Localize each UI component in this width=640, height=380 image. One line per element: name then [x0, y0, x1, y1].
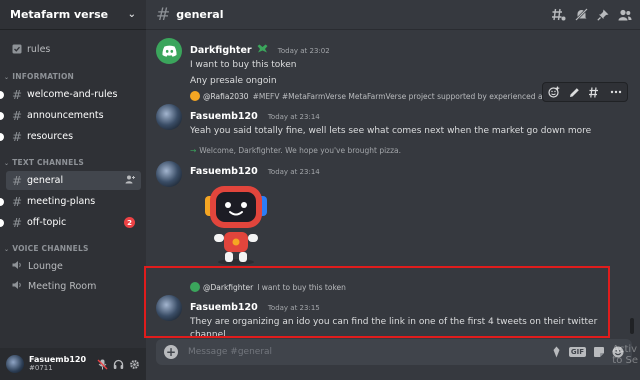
highlight-box — [144, 266, 610, 338]
reply-preview: #MEFV #MetaFarmVerse MetaFarmVerse proje… — [252, 91, 578, 101]
message-author[interactable]: Darkfighter — [190, 45, 252, 56]
message-input[interactable] — [188, 347, 488, 357]
server-name: Metafarm verse — [10, 8, 109, 21]
threads-icon[interactable] — [552, 8, 566, 21]
sidebar-item-label: Meeting Room — [28, 281, 97, 292]
sidebar-item-label: general — [27, 175, 64, 186]
hash-icon: # — [12, 194, 23, 209]
message-timestamp: Today at 23:14 — [267, 168, 320, 176]
channel-sidebar: Metafarm verse ⌄ rules ⌄ INFORMATION # we… — [0, 0, 146, 380]
user-panel: Fasuemb120 #0711 — [0, 348, 146, 380]
chevron-down-icon[interactable]: ⌄ — [128, 9, 136, 20]
members-icon[interactable] — [618, 9, 632, 21]
system-message-text: Welcome, Darkfighter. We hope you've bro… — [199, 146, 402, 155]
sidebar-item-welcome-and-rules[interactable]: # welcome-and-rules — [6, 85, 141, 104]
channel-title: general — [176, 8, 224, 21]
message-author[interactable]: Fasuemb120 — [190, 166, 258, 177]
category-label: INFORMATION — [12, 72, 75, 81]
message-item: → Welcome, Darkfighter. We hope you've br… — [156, 146, 626, 265]
category-label: VOICE CHANNELS — [12, 244, 89, 253]
avatar[interactable] — [156, 38, 182, 64]
hash-icon: # — [12, 173, 23, 188]
avatar[interactable] — [6, 355, 24, 373]
sidebar-item-resources[interactable]: # resources — [6, 127, 141, 146]
category-label: TEXT CHANNELS — [12, 158, 85, 167]
sidebar-item-meeting-plans[interactable]: # meeting-plans — [6, 192, 141, 211]
robot-sticker — [205, 186, 267, 265]
message-author[interactable]: Fasuemb120 — [190, 111, 258, 122]
unread-indicator — [0, 133, 4, 141]
activation-watermark: Activ to Se — [612, 344, 638, 366]
sticker-icon[interactable] — [593, 346, 605, 358]
user-controls — [97, 359, 140, 370]
add-member-icon[interactable] — [125, 175, 135, 187]
gift-icon[interactable] — [551, 346, 562, 358]
server-header[interactable]: Metafarm verse ⌄ — [0, 0, 146, 30]
sidebar-item-label: welcome-and-rules — [27, 89, 118, 100]
headphones-icon[interactable] — [113, 359, 124, 370]
add-reaction-icon[interactable] — [548, 86, 560, 98]
message-text: I want to buy this token — [190, 60, 297, 70]
category-voice-channels[interactable]: ⌄ VOICE CHANNELS — [4, 244, 89, 253]
category-information[interactable]: ⌄ INFORMATION — [4, 72, 74, 81]
message-hover-toolbar — [542, 82, 628, 102]
hash-icon: # — [156, 4, 171, 25]
unread-indicator — [0, 219, 4, 227]
sidebar-item-announcements[interactable]: # announcements — [6, 106, 141, 125]
sidebar-item-lounge[interactable]: Lounge — [6, 257, 141, 276]
avatar — [190, 91, 200, 101]
message-composer: + GIF — [156, 339, 632, 365]
plus-icon[interactable]: + — [164, 345, 178, 359]
hash-icon: # — [12, 87, 23, 102]
sidebar-item-label: off-topic — [27, 217, 67, 228]
discord-logo-icon — [161, 45, 177, 57]
speaker-icon — [12, 280, 24, 293]
sidebar-item-label: meeting-plans — [27, 196, 96, 207]
speaker-icon — [12, 260, 24, 273]
gif-button[interactable]: GIF — [568, 347, 586, 357]
message-text: Yeah you said totally fine, well lets se… — [190, 126, 592, 136]
settings-gear-icon[interactable] — [129, 359, 140, 370]
scrollbar[interactable] — [630, 318, 634, 334]
hash-icon: # — [12, 108, 23, 123]
create-thread-icon[interactable] — [589, 86, 601, 98]
sidebar-item-label: resources — [27, 131, 74, 142]
header-toolbar — [552, 8, 640, 21]
sidebar-item-label: announcements — [27, 110, 104, 121]
unread-indicator — [0, 112, 4, 120]
system-message: → Welcome, Darkfighter. We hope you've br… — [190, 146, 626, 155]
bot-sticker-icon — [257, 38, 268, 57]
message-timestamp: Today at 23:02 — [277, 47, 330, 55]
unread-indicator — [0, 91, 4, 99]
channel-header: # general — [146, 0, 640, 30]
watermark-line: to Se — [612, 355, 638, 366]
sidebar-item-meeting-room[interactable]: Meeting Room — [6, 277, 141, 296]
pin-icon[interactable] — [597, 9, 609, 21]
watermark-line: Activ — [612, 344, 638, 355]
avatar[interactable] — [156, 104, 182, 130]
user-names: Fasuemb120 #0711 — [29, 355, 86, 372]
rules-icon — [12, 43, 24, 57]
hash-icon: # — [12, 215, 23, 230]
category-text-channels[interactable]: ⌄ TEXT CHANNELS — [4, 158, 84, 167]
reply-author: @Rafia2030 — [203, 91, 249, 101]
user-tag: #0711 — [29, 363, 53, 372]
sidebar-item-general[interactable]: # general — [6, 171, 141, 190]
more-icon[interactable] — [610, 90, 622, 94]
message-list: Darkfighter Today at 23:02 I want to buy… — [144, 30, 640, 340]
sidebar-item-label: Lounge — [28, 261, 63, 272]
mic-muted-icon[interactable] — [97, 359, 108, 370]
message-timestamp: Today at 23:14 — [267, 113, 320, 121]
hash-icon: # — [12, 129, 23, 144]
unread-indicator — [0, 198, 4, 206]
sidebar-item-label: rules — [27, 44, 51, 55]
mention-badge: 2 — [124, 217, 135, 228]
message-item: Darkfighter Today at 23:02 I want to buy… — [156, 38, 626, 87]
sidebar-item-rules[interactable]: rules — [6, 40, 141, 59]
avatar[interactable] — [156, 161, 182, 187]
mute-notification-icon[interactable] — [575, 8, 588, 21]
sidebar-item-off-topic[interactable]: # off-topic 2 — [6, 213, 141, 232]
edit-icon[interactable] — [569, 87, 580, 98]
join-arrow-icon: → — [190, 146, 197, 155]
